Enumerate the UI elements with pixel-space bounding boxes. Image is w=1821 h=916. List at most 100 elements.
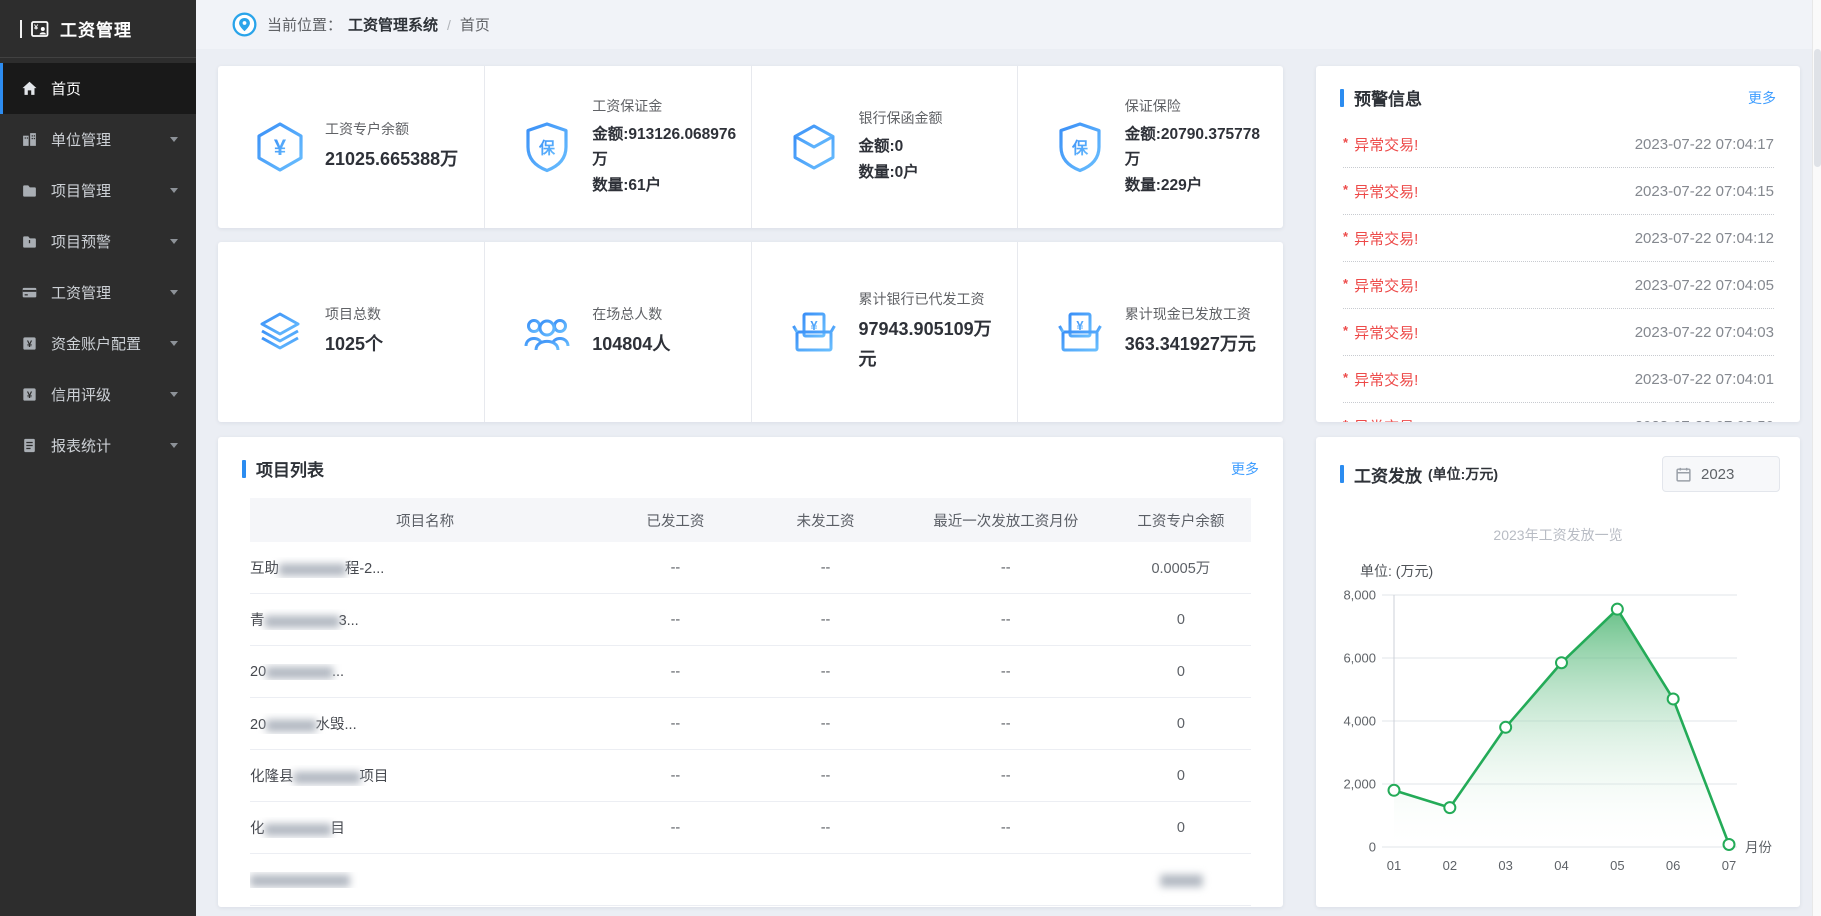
stat-card-bank-paid-wages: ¥ 累计银行已代发工资 97943.905109万元: [751, 242, 1017, 422]
table-row[interactable]: ▇▇▇▇▇▇▇▇▇▇▇▇ ▇▇▇▇▇: [250, 854, 1251, 906]
sidebar-item-projects[interactable]: 项目管理: [0, 165, 196, 216]
stat-card-salary-deposit: 保 工资保证金 金额:913126.068976万 数量:61户: [484, 66, 750, 228]
people-icon: [519, 304, 575, 360]
stat-label: 工资保证金: [592, 96, 740, 116]
chevron-down-icon: [170, 188, 178, 193]
panel-accent-bar: [242, 460, 246, 478]
breadcrumb-label: 当前位置：: [267, 14, 342, 35]
chart-unit-label: 单位: (万元): [1360, 561, 1800, 581]
sidebar-item-credit-rating[interactable]: ¥ 信用评级: [0, 369, 196, 420]
payroll-logo-icon: ¥: [29, 18, 51, 40]
layers-icon: [252, 304, 308, 360]
alert-item: * 异常交易! 2023-07-22 07:04:01: [1343, 356, 1774, 403]
panel-title-unit: (单位:万元): [1428, 464, 1498, 484]
page-scrollbar-thumb[interactable]: [1814, 49, 1821, 167]
alert-timestamp: 2023-07-22 07:04:05: [1635, 277, 1774, 294]
alert-text: 异常交易!: [1354, 181, 1418, 202]
breadcrumb: 当前位置： 工资管理系统 / 首页: [196, 0, 1821, 49]
table-row[interactable]: 20▇▇▇▇▇▇▇▇... -- -- -- 0: [250, 646, 1251, 698]
stat-card-guarantee-insurance: 保 保证保险 金额:20790.375778万 数量:229户: [1017, 66, 1283, 228]
sidebar-item-home[interactable]: 首页: [0, 63, 196, 114]
logo-accent-bar: [20, 20, 22, 38]
stat-strip-top: ¥ 工资专户余额 21025.665388万: [218, 66, 1283, 228]
sidebar-item-label: 信用评级: [51, 384, 111, 405]
col-header-account-balance: 工资专户余额: [1111, 510, 1251, 531]
calendar-icon: [1675, 466, 1692, 483]
sidebar-item-label: 报表统计: [51, 435, 111, 456]
alerts-more-link[interactable]: 更多: [1748, 88, 1776, 108]
main-area: 当前位置： 工资管理系统 / 首页 ¥: [196, 0, 1821, 916]
col-header-paid-wages: 已发工资: [600, 510, 750, 531]
shield-bao-icon: 保: [519, 119, 575, 175]
warning-info-panel: 预警信息 更多 * 异常交易! 2023-07-22 07:04:17 * 异常…: [1316, 66, 1800, 422]
redacted-text: ▇▇▇▇▇▇▇▇: [265, 822, 331, 836]
chevron-down-icon: [170, 443, 178, 448]
alert-timestamp: 2023-07-22 07:04:12: [1635, 230, 1774, 247]
sidebar-item-label: 资金账户配置: [51, 333, 141, 354]
stat-value: 数量:0户: [859, 160, 943, 186]
project-list-panel: 项目列表 更多 项目名称 已发工资 未发工资 最近一次发放工资月份 工资专户余额…: [218, 437, 1283, 907]
sidebar-item-wages[interactable]: 工资管理: [0, 267, 196, 318]
sidebar-item-units[interactable]: 单位管理: [0, 114, 196, 165]
chevron-down-icon: [170, 137, 178, 142]
wage-chart: 02,0004,0006,0008,00001020304050607月份: [1316, 583, 1800, 896]
projects-more-link[interactable]: 更多: [1231, 459, 1259, 479]
table-row[interactable]: 化隆县▇▇▇▇▇▇▇▇项目 -- -- -- 0: [250, 750, 1251, 802]
app-logo: ¥ 工资管理: [0, 0, 196, 58]
sidebar-item-label: 项目管理: [51, 180, 111, 201]
projects-table: 项目名称 已发工资 未发工资 最近一次发放工资月份 工资专户余额 互助▇▇▇▇▇…: [250, 498, 1251, 906]
year-picker[interactable]: 2023: [1662, 456, 1780, 492]
table-row[interactable]: 青▇▇▇▇▇▇▇▇▇3... -- -- -- 0: [250, 594, 1251, 646]
alert-text: 异常交易!: [1354, 228, 1418, 249]
report-icon: [21, 437, 38, 454]
home-icon: [21, 80, 38, 97]
stat-value: 97943.905109万元: [859, 315, 1007, 374]
stat-card-bank-guarantee: 银行保函金额 金额:0 数量:0户: [751, 66, 1017, 228]
alert-timestamp: 2023-07-22 07:04:15: [1635, 183, 1774, 200]
stat-value: 1025个: [325, 330, 383, 360]
stat-value: 数量:61户: [592, 173, 740, 199]
location-pin-icon: [232, 12, 257, 37]
stat-value: 金额:20790.375778万: [1125, 122, 1273, 173]
breadcrumb-root-link[interactable]: 工资管理系统: [348, 14, 438, 35]
alert-list: * 异常交易! 2023-07-22 07:04:17 * 异常交易! 2023…: [1316, 119, 1800, 422]
redacted-text: ▇▇▇▇▇▇▇▇▇▇▇▇: [250, 873, 349, 887]
stat-label: 累计银行已代发工资: [859, 289, 1007, 309]
panel-title: 项目列表: [256, 456, 324, 481]
alert-text: 异常交易!: [1354, 369, 1418, 390]
stat-label: 项目总数: [325, 304, 383, 324]
svg-text:保: 保: [538, 139, 556, 158]
col-header-last-pay-month: 最近一次发放工资月份: [901, 510, 1111, 531]
sidebar-item-fund-accounts[interactable]: ¥ 资金账户配置: [0, 318, 196, 369]
stat-value: 金额:913126.068976万: [592, 122, 740, 173]
sidebar-item-label: 工资管理: [51, 282, 111, 303]
page-scrollbar-track[interactable]: [1812, 0, 1821, 916]
building-icon: [21, 131, 38, 148]
table-row[interactable]: 互助▇▇▇▇▇▇▇▇程-2... -- -- -- 0.0005万: [250, 542, 1251, 594]
stat-value: 金额:0: [859, 134, 943, 160]
redacted-text: ▇▇▇▇▇▇▇▇: [266, 665, 332, 679]
redacted-text: ▇▇▇▇▇▇▇▇: [279, 562, 345, 576]
table-row[interactable]: 化▇▇▇▇▇▇▇▇目 -- -- -- 0: [250, 802, 1251, 854]
app-root: ¥ 工资管理 首页 单位管理: [0, 0, 1821, 916]
sidebar-item-reports[interactable]: 报表统计: [0, 420, 196, 471]
wage-distribution-panel: 工资发放 (单位:万元) 2023 2023年工资发放一览: [1316, 437, 1800, 907]
alert-text: 异常交易!: [1354, 416, 1418, 423]
svg-text:07: 07: [1722, 858, 1736, 873]
redacted-text: ▇▇▇▇▇▇▇▇: [294, 770, 360, 784]
svg-text:¥: ¥: [27, 390, 33, 401]
alert-item: * 异常交易! 2023-07-22 07:04:15: [1343, 168, 1774, 215]
stat-strip-bottom: 项目总数 1025个: [218, 242, 1283, 422]
table-row[interactable]: 20▇▇▇▇▇▇水毁... -- -- -- 0: [250, 698, 1251, 750]
svg-text:2,000: 2,000: [1343, 777, 1376, 792]
stat-card-salary-account-balance: ¥ 工资专户余额 21025.665388万: [218, 66, 484, 228]
panel-accent-bar: [1340, 89, 1344, 107]
stat-label: 累计现金已发放工资: [1125, 304, 1256, 324]
sidebar-item-project-warning[interactable]: 项目预警: [0, 216, 196, 267]
panel-title: 预警信息: [1354, 85, 1422, 110]
alert-item: * 异常交易! 2023-07-22 07:03:50: [1343, 403, 1774, 422]
stat-label: 工资专户余额: [325, 119, 458, 139]
area-chart: 02,0004,0006,0008,00001020304050607月份: [1332, 583, 1783, 891]
stat-card-total-projects: 项目总数 1025个: [218, 242, 484, 422]
cash-icon: ¥: [786, 304, 842, 360]
